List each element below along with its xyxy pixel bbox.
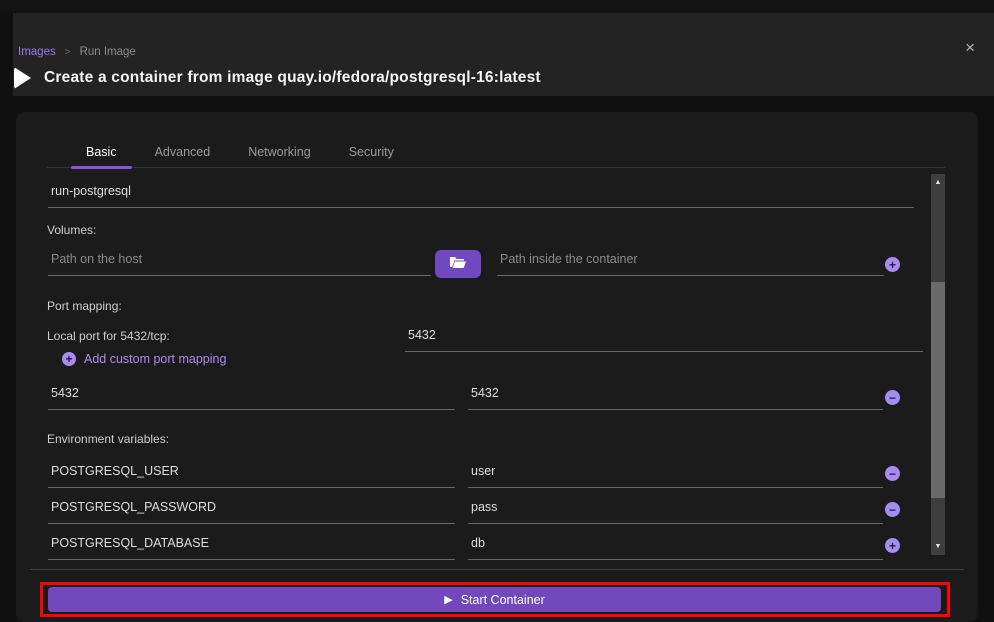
remove-env-icon[interactable]: − <box>885 502 900 517</box>
start-container-button[interactable]: ▶ Start Container <box>48 587 941 612</box>
browse-folder-button[interactable] <box>435 250 481 278</box>
env-value-input[interactable] <box>468 498 883 524</box>
remove-env-icon[interactable]: − <box>885 466 900 481</box>
add-volume-icon[interactable]: + <box>885 257 900 272</box>
volume-container-path-input[interactable] <box>497 250 884 276</box>
start-container-label: Start Container <box>461 593 545 607</box>
env-name-input[interactable] <box>48 498 455 524</box>
breadcrumb-current: Run Image <box>80 46 136 58</box>
volume-host-path-input[interactable] <box>48 250 431 276</box>
run-image-panel: Basic Advanced Networking Security Volum… <box>16 112 978 622</box>
add-env-icon[interactable]: + <box>885 538 900 553</box>
env-value-input[interactable] <box>468 462 883 488</box>
volumes-label: Volumes: <box>47 223 96 237</box>
play-icon <box>14 67 31 89</box>
page-title: Create a container from image quay.io/fe… <box>44 69 541 87</box>
container-name-input[interactable] <box>48 182 914 208</box>
env-value-input[interactable] <box>468 534 883 560</box>
remove-port-icon[interactable]: − <box>885 390 900 405</box>
close-icon[interactable]: × <box>965 39 975 56</box>
add-custom-port-mapping-label: Add custom port mapping <box>84 352 226 366</box>
breadcrumb-images-link[interactable]: Images <box>18 46 56 58</box>
port-mapping-label: Port mapping: <box>47 299 122 313</box>
run-image-header: Images > Run Image × Create a container … <box>13 13 994 96</box>
env-variables-label: Environment variables: <box>47 432 169 446</box>
local-port-input[interactable] <box>405 326 923 352</box>
breadcrumb-separator: > <box>65 47 71 58</box>
local-port-label: Local port for 5432/tcp: <box>47 329 170 343</box>
scrollbar[interactable]: ▲ ▼ <box>931 174 945 555</box>
tab-bar: Basic Advanced Networking Security <box>47 137 945 168</box>
top-bar <box>0 0 994 13</box>
tab-basic[interactable]: Basic <box>71 137 132 167</box>
play-icon: ▶ <box>444 593 452 606</box>
tab-advanced[interactable]: Advanced <box>140 137 226 167</box>
scrollbar-thumb[interactable] <box>931 282 945 498</box>
folder-open-icon <box>449 256 467 272</box>
port-container-input[interactable] <box>468 384 883 410</box>
port-host-input[interactable] <box>48 384 455 410</box>
breadcrumb: Images > Run Image <box>18 46 136 58</box>
tab-security[interactable]: Security <box>334 137 409 167</box>
env-name-input[interactable] <box>48 462 455 488</box>
tab-networking[interactable]: Networking <box>233 137 326 167</box>
add-custom-port-mapping-link[interactable]: + Add custom port mapping <box>62 352 226 366</box>
add-port-icon: + <box>62 352 76 366</box>
footer-divider <box>30 569 964 570</box>
scroll-down-icon[interactable]: ▼ <box>931 540 945 553</box>
scroll-up-icon[interactable]: ▲ <box>931 176 945 189</box>
title-row: Create a container from image quay.io/fe… <box>14 67 541 89</box>
env-name-input[interactable] <box>48 534 455 560</box>
